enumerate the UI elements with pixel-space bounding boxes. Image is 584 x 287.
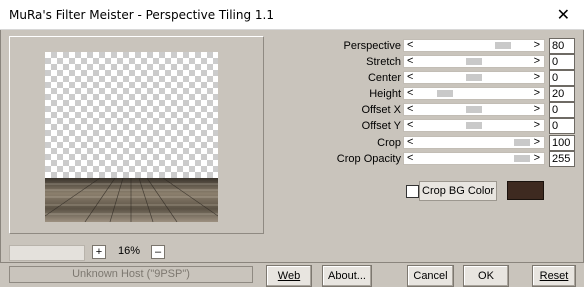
perspective-floor-image [45,178,218,222]
arrow-left-icon[interactable]: < [407,71,413,83]
reset-label: Reset [539,270,569,282]
offset-x-value-input[interactable]: 0 [549,102,575,118]
stretch-slider[interactable]: < > [403,55,545,68]
zoom-out-button[interactable]: – [151,245,165,259]
slider-thumb[interactable] [466,58,482,65]
slider-thumb[interactable] [466,106,482,113]
slider-row-offset-y: Offset Y < > 0 [0,118,584,134]
crop-bg-color-checkbox[interactable] [406,185,419,198]
crop-opacity-value-input[interactable]: 255 [549,151,575,167]
zoom-progress-field [9,245,85,261]
slider-row-stretch: Stretch < > 0 [0,54,584,70]
slider-label: Center [367,72,401,84]
arrow-left-icon[interactable]: < [407,55,413,67]
offset-y-slider[interactable]: < > [403,119,545,132]
center-slider[interactable]: < > [403,71,545,84]
arrow-right-icon[interactable]: > [534,119,540,131]
slider-label: Offset X [361,104,401,116]
center-value-input[interactable]: 0 [549,70,575,86]
arrow-right-icon[interactable]: > [534,87,540,99]
slider-thumb[interactable] [437,90,454,97]
crop-bg-color-swatch[interactable] [507,181,544,200]
web-button[interactable]: Web [266,265,312,287]
crop-bg-color-label[interactable]: Crop BG Color [419,181,497,201]
slider-label: Perspective [343,40,401,52]
ok-button[interactable]: OK [463,265,509,287]
arrow-left-icon[interactable]: < [407,103,413,115]
slider-thumb[interactable] [494,42,511,49]
offset-x-slider[interactable]: < > [403,103,545,116]
about-button[interactable]: About... [322,265,372,287]
perspective-value-input[interactable]: 80 [549,38,575,54]
slider-label: Offset Y [361,120,401,132]
slider-row-perspective: Perspective < > 80 [0,38,584,54]
slider-label: Stretch [366,56,401,68]
slider-thumb[interactable] [514,139,530,146]
arrow-left-icon[interactable]: < [407,87,413,99]
arrow-right-icon[interactable]: > [534,136,540,148]
slider-row-offset-x: Offset X < > 0 [0,102,584,118]
crop-opacity-slider[interactable]: < > [403,152,545,165]
offset-y-value-input[interactable]: 0 [549,118,575,134]
window-title: MuRa's Filter Meister - Perspective Tili… [9,8,274,22]
arrow-left-icon[interactable]: < [407,39,413,51]
arrow-right-icon[interactable]: > [534,71,540,83]
height-slider[interactable]: < > [403,87,545,100]
slider-label: Crop Opacity [336,153,401,165]
perspective-slider[interactable]: < > [403,39,545,52]
zoom-in-button[interactable]: + [92,245,106,259]
slider-row-crop-opacity: Crop Opacity < > 255 [0,151,584,167]
arrow-right-icon[interactable]: > [534,103,540,115]
arrow-left-icon[interactable]: < [407,136,413,148]
web-label: Web [277,270,301,282]
arrow-left-icon[interactable]: < [407,152,413,164]
close-icon[interactable]: ✕ [557,5,570,24]
title-bar: MuRa's Filter Meister - Perspective Tili… [0,0,584,30]
reset-button[interactable]: Reset [532,265,576,287]
slider-thumb[interactable] [514,155,530,162]
arrow-right-icon[interactable]: > [534,55,540,67]
zoom-level: 16% [117,245,141,257]
arrow-left-icon[interactable]: < [407,119,413,131]
slider-thumb[interactable] [466,122,482,129]
slider-thumb[interactable] [466,74,482,81]
slider-label: Crop [377,137,401,149]
host-status: Unknown Host ("9PSP") [9,266,253,283]
cancel-button[interactable]: Cancel [407,265,454,287]
slider-row-height: Height < > 20 [0,86,584,102]
crop-value-input[interactable]: 100 [549,135,575,151]
height-value-input[interactable]: 20 [549,86,575,102]
stretch-value-input[interactable]: 0 [549,54,575,70]
crop-slider[interactable]: < > [403,136,545,149]
arrow-right-icon[interactable]: > [534,39,540,51]
slider-label: Height [369,88,401,100]
slider-row-crop: Crop < > 100 [0,135,584,151]
arrow-right-icon[interactable]: > [534,152,540,164]
slider-row-center: Center < > 0 [0,70,584,86]
